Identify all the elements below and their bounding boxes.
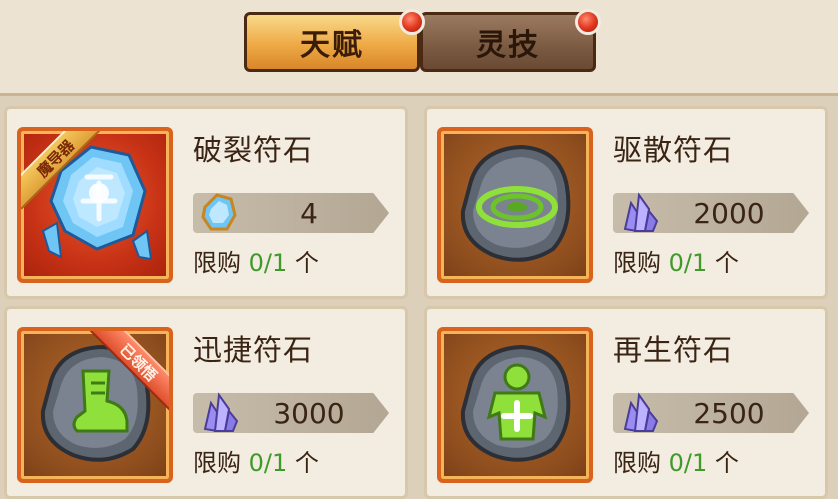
blue-crystal-icon: [201, 193, 237, 231]
tab-talent[interactable]: 天赋: [244, 9, 425, 72]
shop-item-card[interactable]: 再生符石 2500 限购 0/1 个: [424, 306, 828, 499]
limit-count: 0/1: [668, 249, 708, 277]
item-price: 2500: [693, 397, 765, 430]
tab-spirit-skill-label: 灵技: [476, 28, 540, 63]
limit-count: 0/1: [668, 449, 708, 477]
limit-unit: 个: [714, 249, 739, 277]
purchase-limit: 限购 0/1 个: [613, 443, 739, 478]
shop-item-card[interactable]: 魔导器 破裂符石 4 限购 0/1 个: [4, 106, 408, 299]
notification-dot-icon: [399, 9, 425, 35]
shop-panel: 魔导器 破裂符石 4 限购 0/1 个 驱散符石 2000 限购 0/1 个 已…: [0, 93, 838, 499]
swirl-rune-stone-icon: [460, 144, 571, 262]
limit-unit: 个: [294, 449, 319, 477]
purple-crystal-icon: [623, 392, 659, 433]
item-icon-frame[interactable]: [437, 327, 593, 483]
notification-dot-icon: [575, 9, 601, 35]
tab-talent-label: 天赋: [300, 28, 364, 63]
limit-label: 限购: [613, 249, 661, 277]
tab-spirit-skill[interactable]: 灵技: [420, 9, 601, 72]
item-icon-frame[interactable]: 魔导器: [17, 127, 173, 283]
item-price: 4: [300, 197, 318, 230]
purple-crystal-icon: [203, 392, 239, 433]
item-icon-frame[interactable]: [437, 127, 593, 283]
limit-count: 0/1: [248, 249, 288, 277]
shop-item-card[interactable]: 驱散符石 2000 限购 0/1 个: [424, 106, 828, 299]
item-price: 2000: [693, 197, 765, 230]
purchase-limit: 限购 0/1 个: [193, 443, 319, 478]
limit-count: 0/1: [248, 449, 288, 477]
item-price: 3000: [273, 397, 345, 430]
item-title: 再生符石: [613, 333, 734, 367]
limit-label: 限购: [613, 449, 661, 477]
item-title: 破裂符石: [193, 133, 314, 167]
purchase-limit: 限购 0/1 个: [613, 243, 739, 278]
heal-rune-stone-icon: [460, 344, 571, 462]
shop-item-card[interactable]: 已领悟 迅捷符石 3000 限购 0/1 个: [4, 306, 408, 499]
limit-label: 限购: [193, 449, 241, 477]
limit-label: 限购: [193, 249, 241, 277]
purchase-limit: 限购 0/1 个: [193, 243, 319, 278]
item-icon-frame[interactable]: 已领悟: [17, 327, 173, 483]
purple-crystal-icon: [623, 192, 659, 233]
limit-unit: 个: [714, 449, 739, 477]
tab-bar: 天赋 灵技: [244, 9, 601, 72]
item-title: 驱散符石: [613, 133, 734, 167]
limit-unit: 个: [294, 249, 319, 277]
item-title: 迅捷符石: [193, 333, 314, 367]
